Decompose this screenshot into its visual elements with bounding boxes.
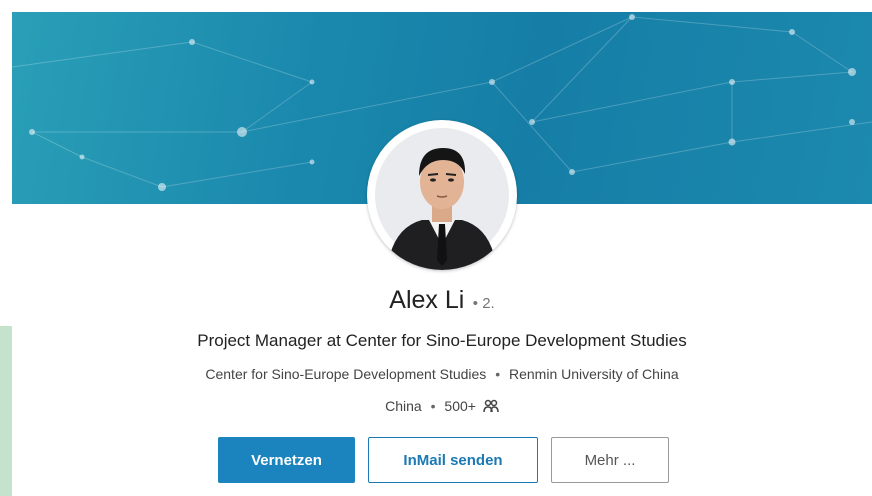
send-inmail-button[interactable]: InMail senden [368, 437, 538, 483]
connection-count[interactable]: 500+ [444, 398, 476, 414]
people-icon [483, 399, 499, 416]
education[interactable]: Renmin University of China [509, 366, 679, 382]
profile-photo[interactable] [367, 120, 517, 270]
avatar-portrait [369, 122, 515, 270]
connection-degree: • 2. [472, 295, 495, 312]
more-actions-button[interactable]: Mehr ... [551, 437, 669, 483]
separator: • [430, 398, 436, 414]
profile-location-row: China • 500+ [12, 398, 872, 416]
current-company[interactable]: Center for Sino-Europe Development Studi… [205, 366, 486, 382]
profile-headline: Project Manager at Center for Sino-Europ… [197, 331, 687, 350]
background-strip [0, 326, 12, 496]
profile-location: China [385, 398, 422, 414]
profile-affiliations: Center for Sino-Europe Development Studi… [12, 366, 872, 382]
profile-card: Alex Li • 2. Project Manager at Center f… [12, 0, 872, 496]
connect-button[interactable]: Vernetzen [218, 437, 355, 483]
profile-name-row: Alex Li • 2. [12, 286, 872, 315]
profile-name[interactable]: Alex Li [389, 286, 464, 314]
separator: • [495, 366, 501, 382]
